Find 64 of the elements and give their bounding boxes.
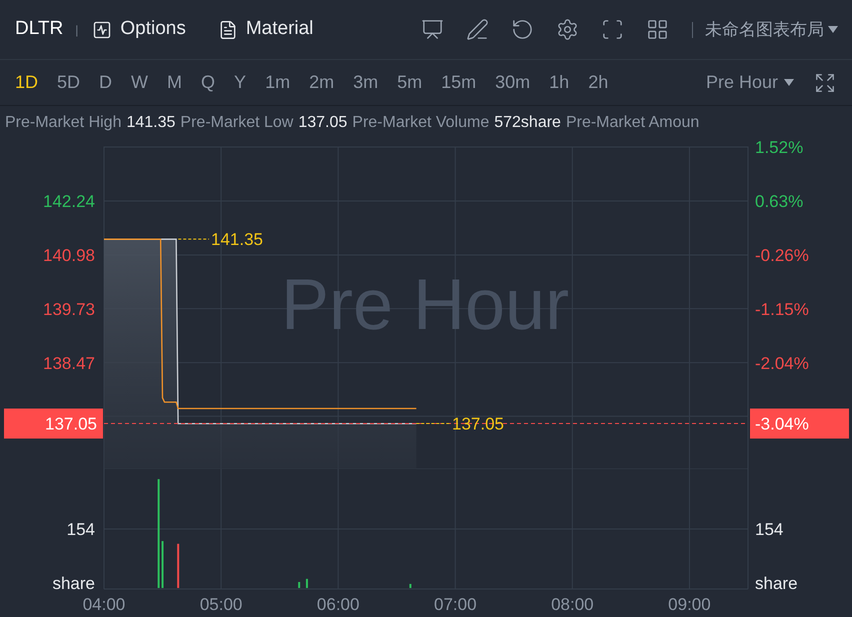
percent-axis-label: -0.26% [755,246,809,266]
stat-value: 141.35 [126,112,176,132]
caret-icon [828,26,838,33]
interval-tab[interactable]: 1m [265,69,290,96]
interval-tab[interactable]: Q [201,69,216,96]
interval-tab[interactable]: Y [234,69,246,96]
percent-axis-label: 0.63% [755,192,804,212]
price-axis-label: 142.24 [43,192,95,212]
settings-icon [556,18,579,41]
interval-tab[interactable]: 3m [353,69,378,96]
interval-tab[interactable]: 5D [57,69,80,96]
stat-label: Pre-Market Volume [352,112,490,132]
time-axis-label: 09:00 [668,595,711,614]
expand-button[interactable] [814,72,836,94]
stat-label: Pre-Market High [5,112,122,132]
options-button[interactable]: Options [92,15,186,44]
stat-value: 572share [494,112,561,132]
interval-tab[interactable]: 15m [441,69,476,96]
volume-bar [162,541,164,588]
time-axis-label: 05:00 [200,595,242,614]
session-dropdown[interactable]: Pre Hour [706,69,794,96]
grid-icon [646,18,669,41]
percent-axis-label: 1.52% [755,139,804,158]
interval-tab[interactable]: 2m [309,69,334,96]
interval-tab[interactable]: 5m [397,69,422,96]
percent-axis-label: -1.15% [755,300,809,320]
price-axis-label: 138.47 [43,354,95,374]
document-icon [218,20,238,40]
expand-icon [814,72,836,94]
refresh-icon [511,18,534,41]
interval-tab[interactable]: D [99,69,112,96]
volume-axis-label: share [755,574,798,593]
last-change-badge: -3.04% [750,408,849,439]
interval-tab[interactable]: M [167,69,182,96]
volume-axis-label: share [52,574,95,593]
stat-value: 137.05 [298,112,348,132]
caret-icon [784,79,794,86]
time-axis-label: 08:00 [551,595,594,614]
ticker-symbol: DLTR [15,17,64,42]
volume-bar [306,578,308,588]
interval-tab[interactable]: 30m [495,69,530,96]
price-axis-label: 140.98 [43,246,95,266]
layout-dropdown[interactable]: 未命名图表布局 [705,16,838,42]
volume-bar [298,582,300,588]
volume-axis-label: 154 [66,520,95,539]
interval-tab[interactable]: 2h [588,69,608,96]
volume-bar [409,584,412,588]
time-axis-label: 07:00 [434,595,477,614]
interval-tab[interactable]: W [131,69,148,96]
stat-label: Pre-Market Low [180,112,294,132]
pen-icon [466,18,489,41]
volume-axis-label: 154 [755,520,784,539]
price-axis-label: 139.73 [43,300,95,320]
fullscreen-icon [601,18,624,41]
material-button[interactable]: Material [218,15,314,44]
percent-axis-label: -2.04% [755,354,809,374]
interval-tab[interactable]: 1D [15,69,38,96]
time-axis-label: 06:00 [316,595,360,614]
interval-tab[interactable]: 1h [549,69,570,96]
volume-bar [177,544,180,588]
time-axis-label: 04:00 [82,595,126,614]
last-price-badge: 137.05 [4,408,103,439]
stat-label: Pre-Market Amoun [566,112,700,132]
separator: | [75,22,78,38]
